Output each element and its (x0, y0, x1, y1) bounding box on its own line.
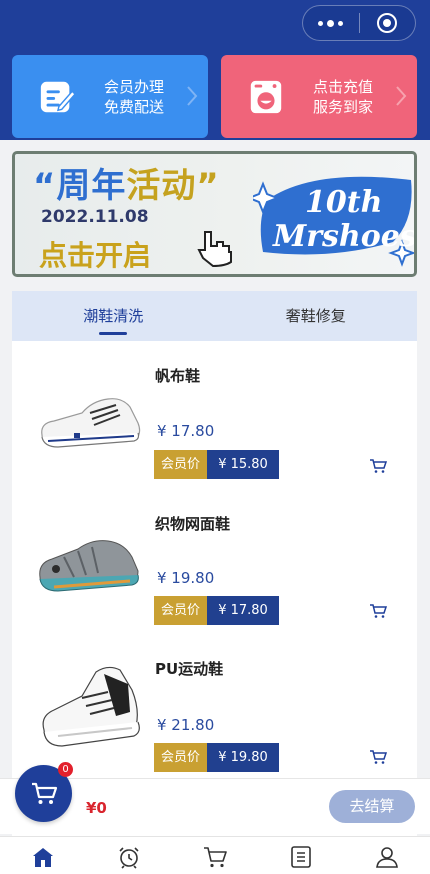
shopping-cart-icon (204, 847, 227, 868)
add-to-cart-icon[interactable] (369, 749, 387, 765)
more-dots-icon[interactable] (303, 6, 359, 40)
tab-luxury-repair[interactable]: 奢鞋修复 (215, 291, 418, 341)
orders-list-icon (291, 846, 311, 868)
mini-program-capsule (302, 5, 416, 41)
tabbar-cart[interactable] (172, 837, 258, 874)
member-price-tag: 会员价 ¥ 15.80 (154, 450, 279, 479)
member-price-value: ¥ 17.80 (207, 596, 279, 625)
member-price-label: 会员价 (154, 450, 207, 479)
pointer-hand-icon (197, 231, 232, 268)
cart-count-badge: 0 (58, 762, 73, 777)
recharge-line2: 服务到家 (313, 97, 374, 116)
list-item[interactable]: PU运动鞋 ¥ 21.80 会员价 ¥ 19.80 (12, 646, 417, 786)
member-price-label: 会员价 (154, 596, 207, 625)
member-price-label: 会员价 (154, 743, 207, 772)
product-name: PU运动鞋 (155, 660, 224, 678)
logo-line2: Mrshoes (272, 219, 417, 254)
product-name: 帆布鞋 (155, 367, 201, 385)
chevron-right-icon (187, 86, 198, 106)
tabbar-orders[interactable] (258, 837, 344, 874)
banner-cta: 点击开启 (39, 239, 152, 272)
add-to-cart-icon[interactable] (369, 458, 387, 474)
cart-total: ¥0 (86, 799, 107, 817)
member-price-value: ¥ 15.80 (207, 450, 279, 479)
member-price-value: ¥ 19.80 (207, 743, 279, 772)
list-item[interactable]: 帆布鞋 ¥ 17.80 会员价 ¥ 15.80 (12, 353, 417, 493)
recharge-card[interactable]: 点击充值 服务到家 (221, 55, 417, 138)
user-icon (376, 847, 398, 868)
edit-card-icon (40, 81, 76, 112)
banner-date: 2022.11.08 (41, 207, 149, 227)
mrshoes-10th-logo: 10th Mrshoes (253, 176, 417, 267)
banner-headline: “周年活动” (33, 158, 220, 207)
tabbar-profile[interactable] (344, 837, 430, 874)
tab-sneaker-cleaning[interactable]: 潮鞋清洗 (12, 291, 215, 341)
product-price: ¥ 17.80 (157, 422, 215, 440)
chevron-right-icon (396, 86, 407, 106)
checkout-button[interactable]: 去结算 (329, 790, 415, 823)
shopping-cart-icon (31, 782, 57, 804)
banner-headline-gold: 活动” (126, 166, 220, 206)
mini-program-close-icon[interactable] (360, 6, 416, 40)
product-price: ¥ 19.80 (157, 569, 215, 587)
banner-headline-blue: “周年 (33, 166, 127, 206)
member-price-tag: 会员价 ¥ 17.80 (154, 596, 279, 625)
tabbar-home[interactable] (0, 837, 86, 874)
membership-card[interactable]: 会员办理 免费配送 (12, 55, 208, 138)
home-icon (33, 848, 53, 867)
membership-line1: 会员办理 (104, 77, 165, 96)
bottom-tab-bar (0, 836, 430, 874)
tabbar-reminder[interactable] (86, 837, 172, 874)
top-navigation-bar (0, 0, 430, 50)
product-name: 织物网面鞋 (155, 515, 231, 533)
anniversary-banner[interactable]: “周年活动” 2022.11.08 点击开启 10th Mrshoes (12, 151, 417, 277)
list-item[interactable]: 织物网面鞋 ¥ 19.80 会员价 ¥ 17.80 (12, 499, 417, 639)
membership-line2: 免费配送 (104, 97, 165, 116)
add-to-cart-icon[interactable] (369, 603, 387, 619)
pu-sneaker-image (42, 666, 140, 747)
member-price-tag: 会员价 ¥ 19.80 (154, 743, 279, 772)
logo-line1: 10th (305, 185, 382, 220)
product-price: ¥ 21.80 (157, 716, 215, 734)
recharge-line1: 点击充值 (313, 77, 374, 96)
knit-shoe-image (39, 540, 139, 592)
washing-machine-icon (250, 80, 282, 113)
canvas-shoe-image (41, 398, 141, 448)
category-tabs: 潮鞋清洗 奢鞋修复 (12, 291, 417, 341)
alarm-clock-icon (119, 847, 139, 869)
